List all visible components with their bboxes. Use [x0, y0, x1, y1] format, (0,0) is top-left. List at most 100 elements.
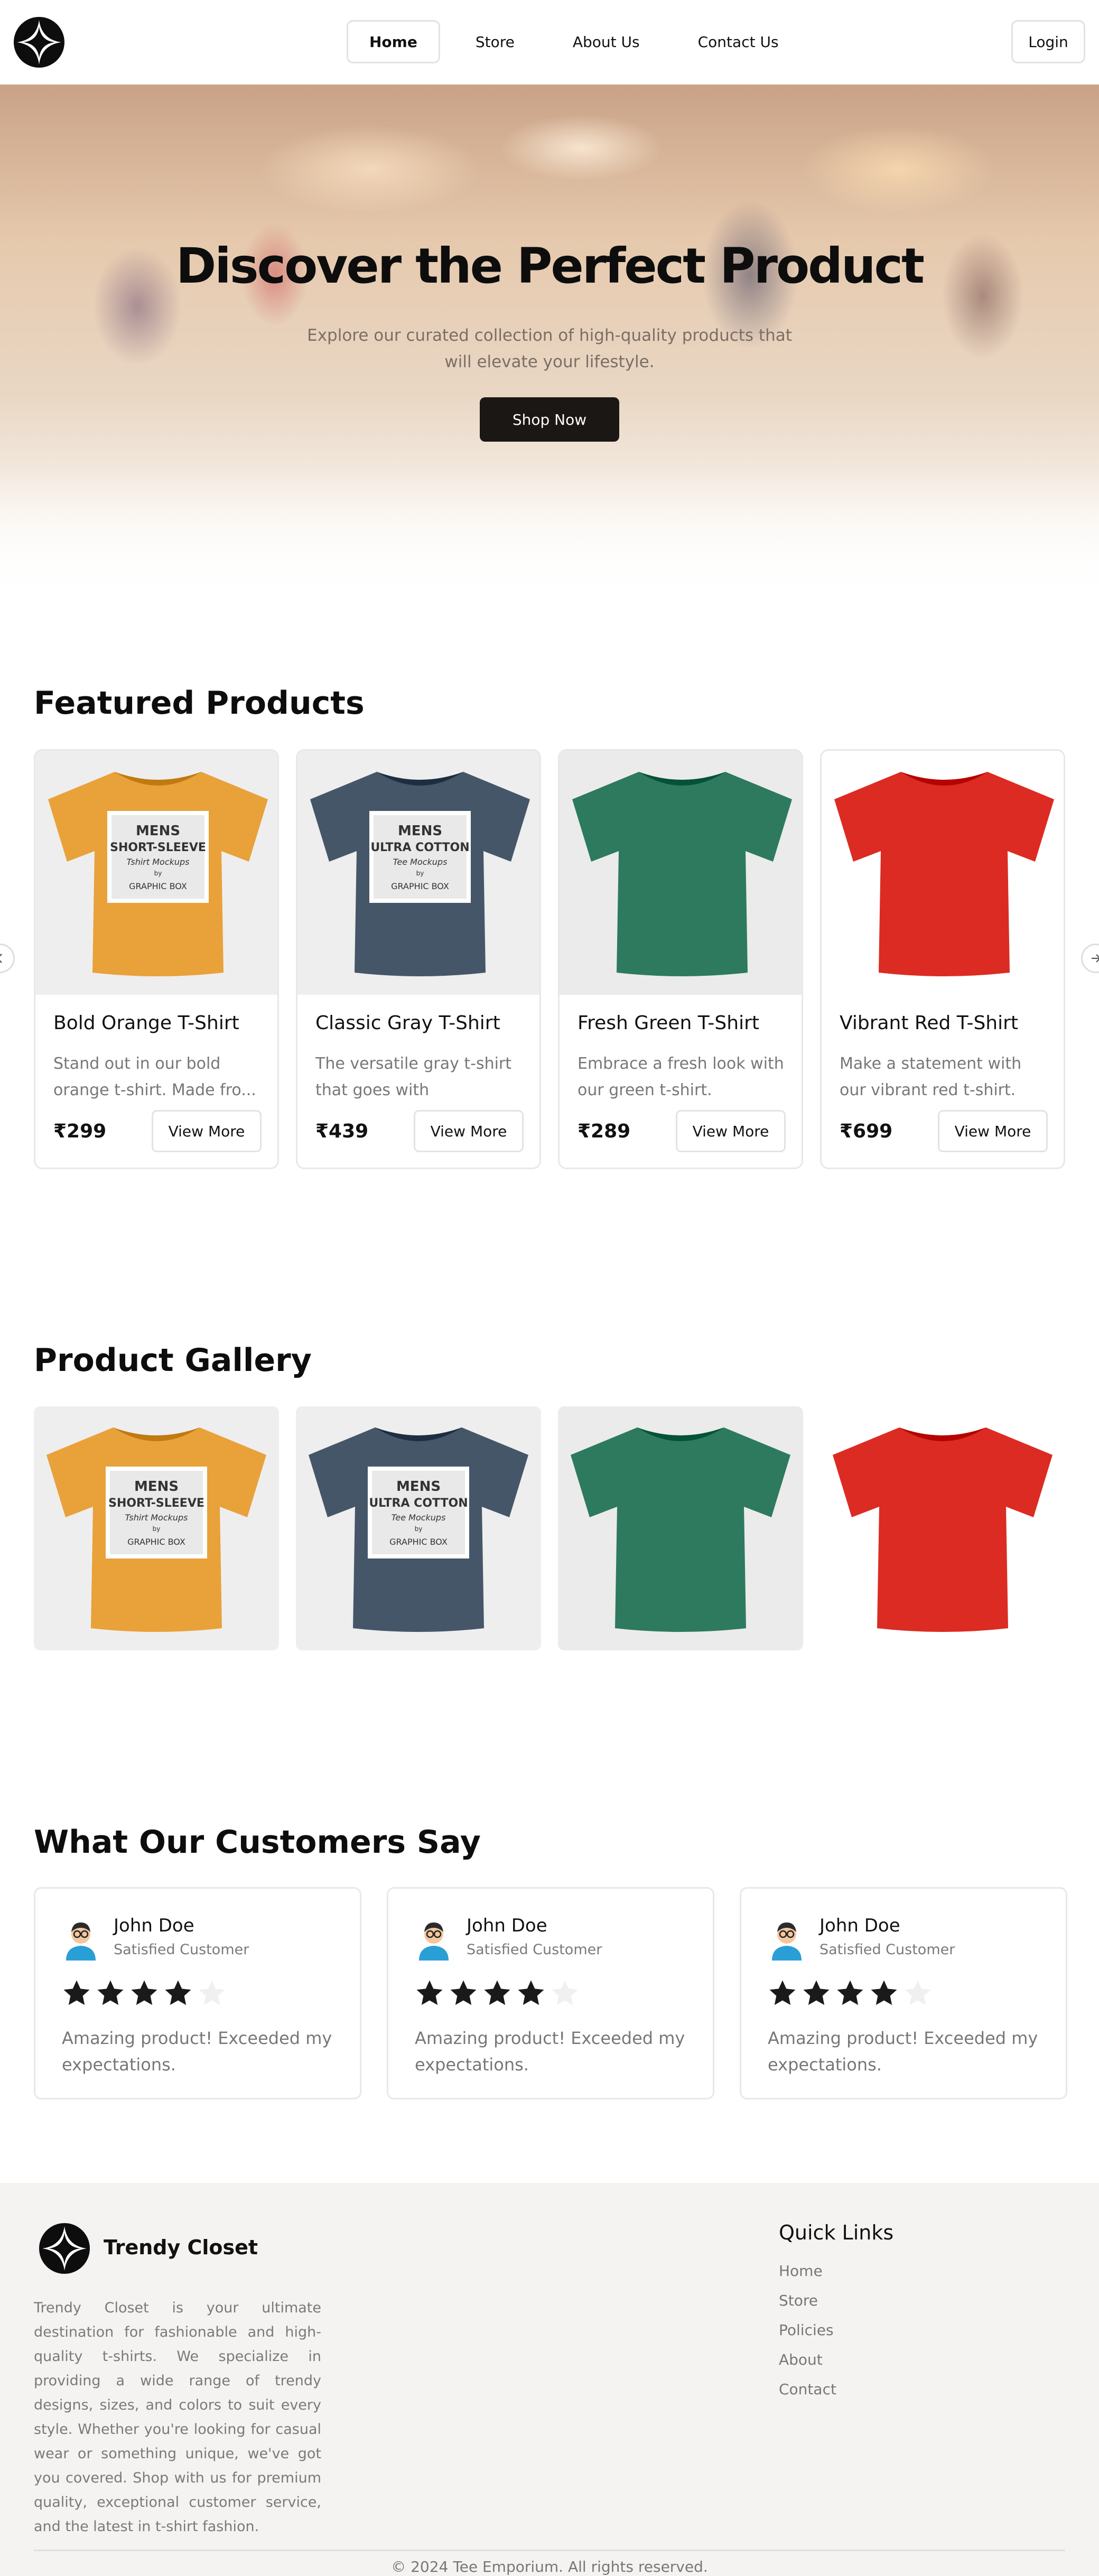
star-filled-icon [871, 1980, 897, 2005]
mockup-label-text: GRAPHIC BOX [391, 881, 449, 891]
view-more-button[interactable]: View More [414, 1110, 524, 1152]
mockup-label-text: MENS [398, 823, 442, 839]
quick-link-about[interactable]: About [779, 2350, 836, 2370]
mockup-label-text: SHORT-SLEEVE [110, 841, 206, 854]
mockup-label-text: by [154, 870, 162, 877]
product-card[interactable]: Fresh Green T-Shirt Embrace a fresh look… [558, 749, 803, 1169]
testimonial-role: Satisfied Customer [467, 1942, 602, 1958]
logo-icon[interactable] [13, 16, 66, 69]
footer-logo-icon[interactable] [38, 2222, 91, 2275]
quick-links-list: Home Store Policies About Contact [779, 2261, 836, 2400]
mockup-label-text: by [153, 1525, 161, 1533]
testimonial-name: John Doe [114, 1915, 194, 1936]
nav-link-home[interactable]: Home [347, 20, 440, 63]
star-filled-icon [837, 1980, 863, 2005]
mockup-label-text: MENS [396, 1479, 441, 1495]
hero-title: Discover the Perfect Product [175, 238, 925, 294]
mockup-label-text: Tshirt Mockups [126, 857, 189, 867]
footer-brand-name: Trendy Closet [104, 2236, 258, 2259]
testimonial-card: John Doe Satisfied Customer Amazing prod… [387, 1887, 714, 2099]
product-card[interactable]: MENS SHORT-SLEEVE Tshirt Mockups by GRAPHIC … [34, 749, 279, 1169]
product-description: The versatile gray t-shirt that goes wit… [315, 1054, 512, 1099]
product-description: Embrace a fresh look with our green t-sh… [578, 1054, 784, 1099]
view-more-button[interactable]: View More [938, 1110, 1048, 1152]
avatar-shirt [419, 1946, 449, 1961]
mockup-label-text: by [415, 1525, 423, 1533]
product-image: MENS SHORT-SLEEVE Tshirt Mockups by GRAPHIC … [35, 751, 277, 995]
mockup-label-text: Tee Mockups [392, 1513, 446, 1523]
product-gallery: MENS SHORT-SLEEVE Tshirt Mockups by GRAPHIC … [34, 1406, 1065, 1650]
footer: Trendy Closet Trendy Closet is your ulti… [0, 2183, 1099, 2576]
product-price: ₹289 [578, 1121, 631, 1142]
gallery-image[interactable] [558, 1406, 803, 1650]
testimonials-title: What Our Customers Say [34, 1824, 481, 1861]
star-filled-icon [131, 1980, 157, 2005]
view-more-button[interactable]: View More [676, 1110, 786, 1152]
login-button[interactable]: Login [1011, 20, 1085, 63]
product-image [560, 751, 802, 995]
star-filled-icon [165, 1980, 191, 2005]
gallery-image[interactable]: MENS ULTRA COTTON Tee Mockups by GRAPHIC BOX [296, 1406, 541, 1650]
product-description: Stand out in our bold orange t-shirt. Ma… [53, 1054, 256, 1099]
mockup-label-text: Tee Mockups [393, 857, 448, 867]
testimonial-card: John Doe Satisfied Customer Amazing prod… [740, 1887, 1067, 2099]
testimonial-text: Amazing product! Exceeded my expectation… [415, 2028, 685, 2075]
rating-stars [62, 1978, 227, 2008]
nav-link-store[interactable]: Store [453, 20, 537, 63]
mockup-label-text: GRAPHIC BOX [389, 1537, 448, 1547]
mockup-label-text: MENS [136, 823, 180, 839]
nav-links: Home Store About Us Contact Us [347, 20, 802, 63]
user-avatar-icon [66, 1922, 96, 1961]
product-card[interactable]: Vibrant Red T-Shirt Make a statement wit… [820, 749, 1065, 1169]
star-filled-icon [450, 1980, 477, 2005]
quick-link-policies[interactable]: Policies [779, 2320, 836, 2340]
carousel-prev-button[interactable] [0, 944, 15, 973]
shop-now-button[interactable]: Shop Now [480, 397, 619, 442]
star-filled-icon [769, 1980, 796, 2005]
chevron-right-icon [1092, 954, 1099, 963]
mockup-label-text: by [416, 870, 424, 877]
star-empty-icon [199, 1980, 225, 2005]
mockup-label-text: ULTRA COTTON [370, 841, 469, 854]
rating-stars [415, 1978, 580, 2008]
mockup-label-text: GRAPHIC BOX [129, 881, 187, 891]
copyright-text: © 2024 Tee Emporium. All rights reserved… [391, 2558, 708, 2575]
tshirt-shape [571, 1427, 790, 1632]
product-name: Fresh Green T-Shirt [578, 1012, 759, 1034]
user-avatar-icon [419, 1922, 449, 1961]
quick-link-home[interactable]: Home [779, 2261, 836, 2281]
carousel-next-button[interactable] [1081, 944, 1099, 973]
quick-link-contact[interactable]: Contact [779, 2379, 836, 2400]
product-card[interactable]: MENS ULTRA COTTON Tee Mockups by GRAPHIC BOX… [296, 749, 541, 1169]
gallery-image[interactable]: MENS SHORT-SLEEVE Tshirt Mockups by GRAPHIC … [34, 1406, 279, 1650]
rating-stars [768, 1978, 933, 2008]
footer-divider [34, 2550, 1065, 2551]
star-filled-icon [63, 1980, 90, 2005]
view-more-button[interactable]: View More [152, 1110, 262, 1152]
star-filled-icon [803, 1980, 830, 2005]
product-image [822, 751, 1064, 995]
featured-products-title: Featured Products [34, 685, 365, 722]
footer-about-text: Trendy Closet is your ultimate destinati… [34, 2300, 321, 2535]
product-price: ₹439 [315, 1121, 369, 1142]
hero-subtitle: Explore our curated collection of high-q… [307, 326, 792, 371]
gallery-image[interactable] [820, 1406, 1065, 1650]
testimonial-role: Satisfied Customer [114, 1942, 249, 1958]
hero-fade [0, 465, 1099, 602]
mockup-label-text: ULTRA COTTON [369, 1497, 468, 1510]
product-name: Bold Orange T-Shirt [53, 1012, 239, 1034]
product-name: Classic Gray T-Shirt [315, 1012, 500, 1034]
product-image: MENS ULTRA COTTON Tee Mockups by GRAPHIC BOX [297, 751, 539, 995]
tshirt-shape [572, 772, 792, 976]
star-filled-icon [518, 1980, 544, 2005]
star-filled-icon [97, 1980, 124, 2005]
testimonial-card: John Doe Satisfied Customer Amazing prod… [34, 1887, 361, 2099]
nav-link-about[interactable]: About Us [550, 20, 663, 63]
product-gallery-title: Product Gallery [34, 1342, 312, 1379]
quick-link-store[interactable]: Store [779, 2291, 836, 2311]
mockup-label-text: MENS [134, 1479, 179, 1495]
avatar-shirt [772, 1946, 802, 1961]
product-price: ₹699 [840, 1121, 893, 1142]
nav-link-contact[interactable]: Contact Us [675, 20, 802, 63]
testimonial-text: Amazing product! Exceeded my expectation… [62, 2028, 332, 2075]
